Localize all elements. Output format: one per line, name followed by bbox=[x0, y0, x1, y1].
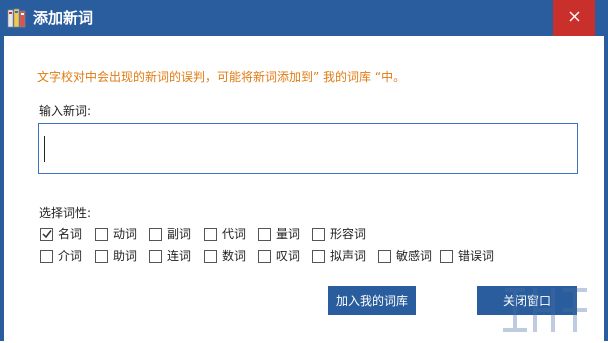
checkbox-box[interactable] bbox=[149, 249, 162, 263]
pos-label-adverb: 副词 bbox=[167, 227, 192, 241]
pos-checkbox-onomatopoeia[interactable]: 拟声词 bbox=[312, 248, 366, 264]
hint-text: 文字校对中会出现的新词的误判，可能将新词添加到” 我的词库 “中。 bbox=[37, 70, 406, 84]
pos-label-noun: 名词 bbox=[58, 227, 83, 241]
pos-label-pronoun: 代词 bbox=[222, 227, 247, 241]
books-icon bbox=[7, 8, 29, 28]
pos-checkbox-verb[interactable]: 动词 bbox=[95, 226, 137, 242]
checkbox-box[interactable] bbox=[378, 249, 391, 263]
pos-label-measure-word: 量词 bbox=[276, 227, 301, 241]
pos-checkbox-interjection[interactable]: 叹词 bbox=[258, 248, 300, 264]
checkbox-box[interactable] bbox=[149, 227, 162, 241]
checkbox-box[interactable] bbox=[312, 227, 325, 241]
checkbox-box[interactable] bbox=[440, 249, 453, 263]
add-to-my-lexicon-button[interactable]: 加入我的词库 bbox=[328, 286, 416, 315]
pos-checkbox-conjunction[interactable]: 连词 bbox=[149, 248, 191, 264]
checkbox-box[interactable] bbox=[258, 227, 271, 241]
title-bar[interactable]: 添加新词 bbox=[0, 0, 608, 36]
text-caret bbox=[44, 136, 45, 162]
checkbox-box[interactable] bbox=[40, 227, 53, 241]
checkbox-box[interactable] bbox=[40, 249, 53, 263]
pos-label-wrong-word: 错误词 bbox=[458, 249, 495, 263]
window-border-right bbox=[604, 36, 608, 341]
new-word-input[interactable] bbox=[38, 123, 578, 174]
pos-label-sensitive-word: 敏感词 bbox=[396, 249, 433, 263]
checkbox-box[interactable] bbox=[95, 249, 108, 263]
window-border-left bbox=[0, 36, 4, 341]
pos-checkbox-adjective[interactable]: 形容词 bbox=[312, 226, 366, 242]
pos-checkbox-preposition[interactable]: 介词 bbox=[40, 248, 82, 264]
pos-label-preposition: 介词 bbox=[58, 249, 83, 263]
close-window-button[interactable] bbox=[553, 0, 595, 36]
pos-label-numeral: 数词 bbox=[222, 249, 247, 263]
pos-checkbox-sensitive-word[interactable]: 敏感词 bbox=[378, 248, 432, 264]
new-word-label: 输入新词: bbox=[39, 104, 92, 118]
pos-label-interjection: 叹词 bbox=[276, 249, 301, 263]
checkbox-box[interactable] bbox=[312, 249, 325, 263]
pos-checkbox-particle[interactable]: 助词 bbox=[95, 248, 137, 264]
checkbox-box[interactable] bbox=[95, 227, 108, 241]
add-word-dialog: 添加新词 文字校对中会出现的新词的误判，可能将新词添加到” 我的词库 “中。 输… bbox=[0, 0, 608, 341]
close-icon bbox=[569, 11, 580, 25]
part-of-speech-label: 选择词性: bbox=[39, 206, 92, 220]
window-title: 添加新词 bbox=[33, 9, 94, 27]
pos-label-adjective: 形容词 bbox=[330, 227, 367, 241]
pos-checkbox-noun[interactable]: 名词 bbox=[40, 226, 82, 242]
pos-checkbox-measure-word[interactable]: 量词 bbox=[258, 226, 300, 242]
close-window-text-button[interactable]: 关闭窗口 bbox=[477, 286, 577, 315]
pos-label-conjunction: 连词 bbox=[167, 249, 192, 263]
checkmark-icon bbox=[41, 230, 52, 239]
pos-checkbox-numeral[interactable]: 数词 bbox=[204, 248, 246, 264]
pos-checkbox-wrong-word[interactable]: 错误词 bbox=[440, 248, 494, 264]
checkbox-box[interactable] bbox=[204, 249, 217, 263]
pos-label-verb: 动词 bbox=[113, 227, 138, 241]
checkbox-box[interactable] bbox=[204, 227, 217, 241]
checkbox-box[interactable] bbox=[258, 249, 271, 263]
pos-label-onomatopoeia: 拟声词 bbox=[330, 249, 367, 263]
pos-label-particle: 助词 bbox=[113, 249, 138, 263]
pos-checkbox-pronoun[interactable]: 代词 bbox=[204, 226, 246, 242]
pos-checkbox-adverb[interactable]: 副词 bbox=[149, 226, 191, 242]
